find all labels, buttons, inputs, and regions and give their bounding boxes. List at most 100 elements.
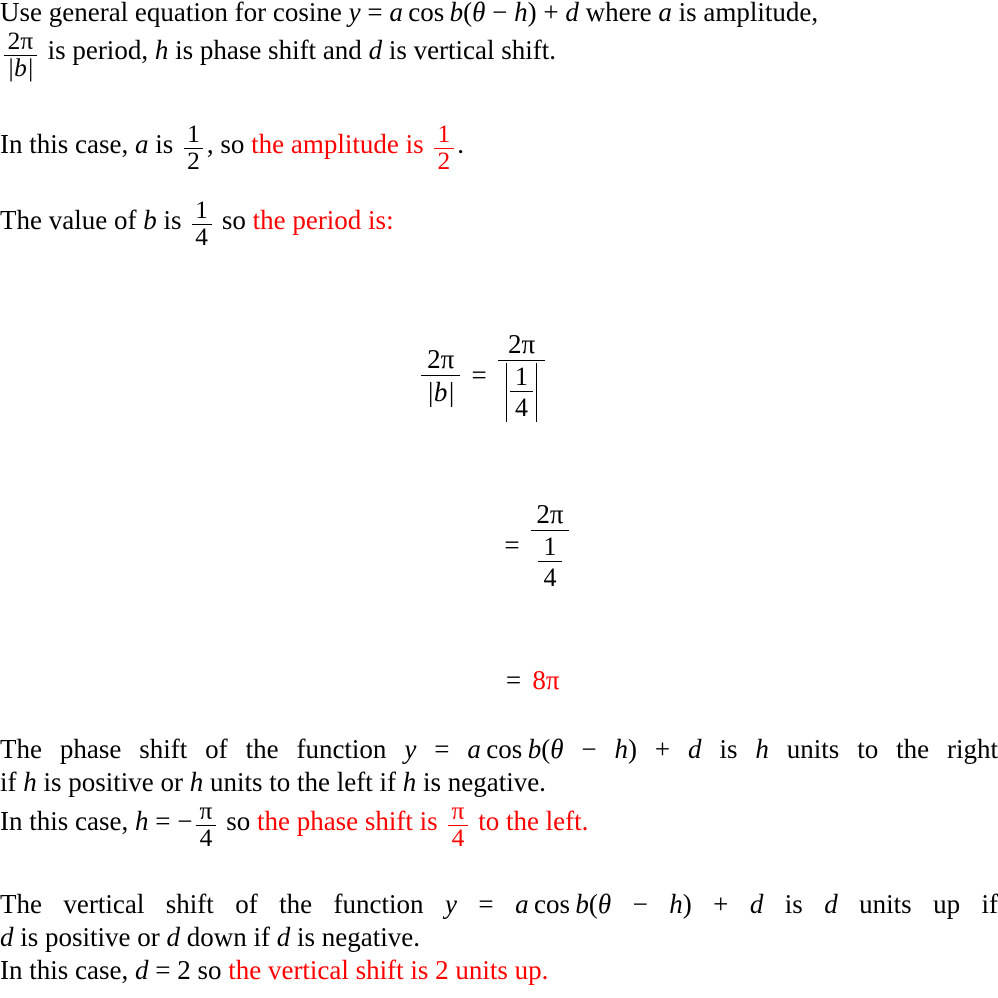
phase-shift-conclusion-fraction: π4 — [447, 796, 468, 852]
amplitude-line: In this case, a is 12, so the amplitude … — [0, 120, 998, 175]
equation-2-inner-fraction: 14 — [538, 531, 562, 592]
equation-2-relation: = — [504, 530, 520, 561]
equation-1-rhs-denominator: 14 — [498, 359, 545, 422]
phase-shift-is-text: is — [719, 734, 738, 764]
vertical-shift-lead-text: The vertical shift of the function — [0, 889, 424, 919]
amplitude-so-text: , so — [206, 129, 245, 160]
abs-bar-right — [535, 362, 537, 422]
equation-2-inner-numerator: 1 — [543, 531, 557, 561]
phase-shift-so-text: so — [226, 806, 251, 837]
intro-lead-text: Use general equation for cosine — [0, 0, 342, 27]
phase-shift-value-fraction: π4 — [195, 796, 216, 852]
phase-shift-case-prefix: In this case, — [0, 806, 129, 837]
phase-shift-conclusion-pre: the phase shift is — [256, 806, 438, 837]
intro-is-period-text: is period, — [47, 35, 149, 66]
phase-shift-units-right-text: units to the right — [786, 734, 998, 764]
amplitude-conclusion-text: the amplitude is — [251, 129, 424, 160]
equation-1-inner-denominator: 4 — [509, 391, 534, 422]
equation-1-rhs-fraction: 2π 14 — [498, 330, 545, 422]
amplitude-prefix-text: In this case, — [0, 129, 129, 160]
display-equation-period-simplified: = 2π 14 — [0, 500, 998, 592]
phase-shift-value-denominator: 4 — [195, 824, 216, 852]
intro-line-1: Use general equation for cosine y = a co… — [0, 0, 998, 29]
vertical-shift-line-3: In this case, d = 2 so the vertical shif… — [0, 954, 998, 987]
equation-1-inner-numerator: 1 — [515, 361, 528, 391]
equation-1-lhs-denominator: |b| — [421, 374, 461, 407]
period-value-denominator: 4 — [191, 223, 212, 251]
period-value-fraction: 14 — [191, 196, 212, 251]
absolute-value-group: 14 — [503, 361, 539, 422]
vertical-shift-case-prefix: In this case, — [0, 954, 129, 985]
equation-2-rhs: 2π 14 — [530, 500, 569, 592]
period-prefix-text: The value of — [0, 205, 137, 236]
vertical-shift-case-equals: = 2 — [155, 954, 191, 985]
amplitude-value-numerator: 1 — [187, 120, 200, 148]
equation-1-relation: = — [471, 360, 487, 391]
amplitude-value-denominator: 2 — [183, 147, 204, 175]
phase-shift-case-equals: = − — [155, 806, 193, 837]
equation-1-rhs-numerator: 2π — [507, 329, 536, 359]
period-conclusion-text: the period is: — [252, 205, 394, 236]
equation-1-lhs-fraction: 2π |b| — [421, 344, 461, 407]
vertical-shift-is-text: is — [784, 889, 803, 919]
display-equation-period-formula: 2π |b| = 2π 14 — [0, 330, 998, 422]
phase-shift-conclusion-post: to the left. — [478, 806, 589, 837]
equation-3-result: 8π — [532, 665, 560, 695]
phase-shift-conclusion-numerator: π — [451, 796, 465, 825]
phase-shift-condition-text: if h is positive or h units to the left … — [0, 766, 546, 797]
amplitude-conclusion-fraction: 12 — [433, 120, 454, 175]
equation-1-lhs: 2π |b| — [421, 344, 461, 407]
intro-var-h: h — [154, 35, 169, 66]
period-intro-line: The value of b is 14 so the period is: — [0, 196, 998, 251]
amplitude-conclusion-denominator: 2 — [433, 147, 454, 175]
equation-row-2: = 2π 14 — [493, 500, 569, 592]
equation-2-inner-denominator: 4 — [538, 561, 562, 592]
equation-2-denominator: 14 — [530, 529, 569, 592]
intro-line-2: 2π |b| is period, h is phase shift and d … — [0, 26, 998, 82]
phase-shift-case-var: h — [134, 806, 149, 837]
vertical-shift-units-up-text: units up if — [859, 889, 998, 919]
period-value-numerator: 1 — [195, 196, 208, 224]
vertical-shift-var-d: d — [824, 889, 838, 919]
math-solution-page: Use general equation for cosine y = a co… — [0, 0, 998, 998]
vertical-shift-line-2: d is positive or d down if d is negative… — [0, 921, 998, 954]
intro-where-text: where — [585, 0, 652, 27]
period-so-text: so — [221, 205, 246, 236]
amplitude-var-a: a — [134, 129, 149, 160]
vertical-shift-paragraph: The vertical shift of the function y = a… — [0, 888, 998, 987]
vertical-shift-conclusion-text: the vertical shift is 2 units up. — [228, 954, 549, 985]
intro-paragraph: Use general equation for cosine y = a co… — [0, 0, 998, 82]
equation-3-relation: = — [505, 665, 522, 695]
vertical-shift-so-text: so — [197, 954, 222, 985]
equation-row-1: 2π |b| = 2π 14 — [421, 330, 545, 422]
period-formula-fraction: 2π |b| — [3, 26, 38, 82]
equation-1-lhs-numerator: 2π — [427, 344, 455, 375]
equation-1-inner-fraction: 14 — [509, 361, 534, 422]
amplitude-paragraph: In this case, a is 12, so the amplitude … — [0, 120, 998, 175]
vertical-shift-condition-text: d is positive or d down if d is negative… — [0, 921, 420, 952]
phase-shift-lead-text: The phase shift of the function — [0, 734, 387, 764]
vertical-shift-case-var: d — [134, 954, 149, 985]
period-var-b: b — [143, 205, 157, 236]
display-equation-period-result: = 8π — [0, 665, 998, 696]
phase-shift-value-numerator: π — [199, 796, 213, 825]
period-is-text: is — [163, 205, 182, 236]
period-formula-numerator: 2π — [7, 26, 34, 55]
abs-bar-left — [506, 362, 508, 422]
equation-2-fraction: 2π 14 — [530, 500, 569, 592]
period-intro-paragraph: The value of b is 14 so the period is: — [0, 196, 998, 251]
intro-var-a: a — [658, 0, 672, 27]
equation-row-3: = 8π — [494, 665, 560, 696]
period-formula-denominator: |b| — [3, 54, 38, 82]
phase-shift-line-3: In this case, h = − π 4 so the phase shift… — [0, 796, 998, 852]
intro-is-vertical-shift-text: is vertical shift. — [388, 35, 557, 66]
amplitude-period-punctuation: . — [457, 129, 464, 160]
intro-is-amplitude-text: is amplitude, — [678, 0, 819, 27]
phase-shift-equation: y = a cos b(θ − h) + d — [404, 734, 702, 764]
equation-1-rhs: 2π 14 — [498, 330, 545, 422]
intro-general-equation: y = a cos b(θ − h) + d — [348, 0, 579, 27]
phase-shift-var-h: h — [755, 734, 769, 764]
amplitude-is-text: is — [155, 129, 174, 160]
vertical-shift-line-1: The vertical shift of the function y = a… — [0, 888, 998, 921]
amplitude-conclusion-numerator: 1 — [437, 120, 451, 148]
